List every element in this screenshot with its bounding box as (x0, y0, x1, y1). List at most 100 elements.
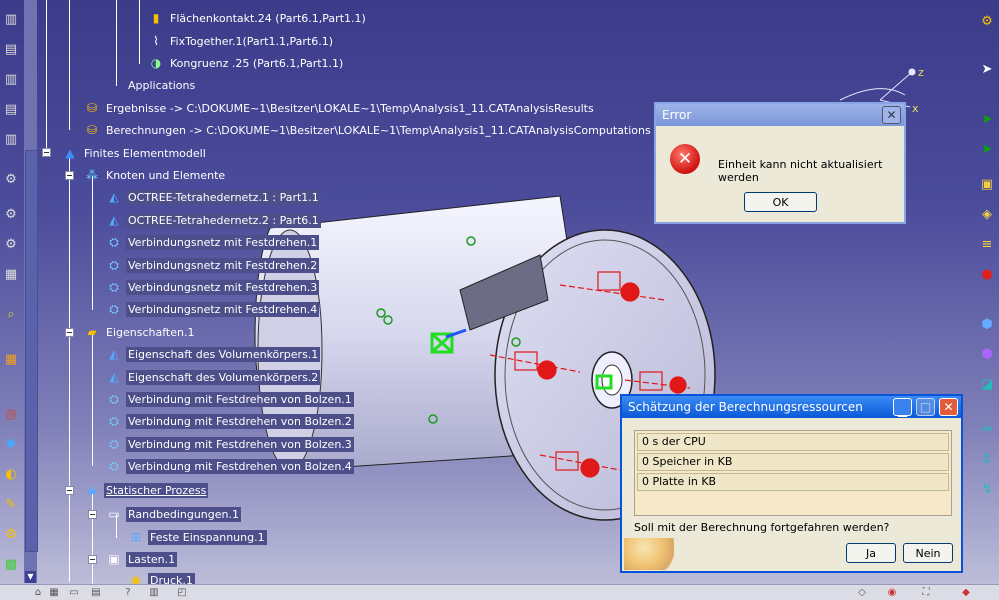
tree-item-bolzen-3[interactable]: ⛭ Verbindung mit Festdrehen von Bolzen.3 (106, 435, 354, 453)
tool-icon-1[interactable]: ▥ (2, 10, 20, 28)
solid-icon-2[interactable]: ⬢ (978, 345, 996, 363)
magnifier-icon[interactable]: ⌕ (2, 305, 20, 323)
error-close-button[interactable]: ✕ (882, 106, 901, 124)
expand-toggle[interactable] (65, 171, 74, 180)
select-arrow-icon[interactable]: ➤ (978, 60, 996, 78)
color-icon[interactable]: ◐ (2, 465, 20, 483)
measure-icon[interactable]: ⇔ (978, 420, 996, 438)
tree-item-bolzen-4[interactable]: ⛭ Verbindung mit Festdrehen von Bolzen.4 (106, 457, 354, 475)
tool-icon[interactable]: ◇ (856, 586, 868, 598)
expand-toggle[interactable] (65, 328, 74, 337)
help-icon[interactable]: ? (122, 586, 134, 598)
traffic-light-icon[interactable]: ● (978, 265, 996, 283)
error-dialog-titlebar[interactable]: Error (656, 104, 904, 126)
tool-icon[interactable]: ⛶ (920, 586, 932, 598)
tree-item-verbindungsnetz-2[interactable]: ⛭ Verbindungsnetz mit Festdrehen.2 (106, 256, 320, 274)
tool-icon-9[interactable]: ▦ (2, 265, 20, 283)
expand-toggle[interactable] (42, 148, 51, 157)
catia-viewport[interactable]: z x ▥ ▤ ▥ ▤ ▥ ⚙ ⚙ ⚙ ▦ ⌕ ▦ ◎ ✺ ◐ ✎ ⚙ ▩ ⚙ … (0, 0, 999, 600)
tree-item-verbindungsnetz-3[interactable]: ⛭ Verbindungsnetz mit Festdrehen.3 (106, 278, 320, 296)
mesh-icon[interactable]: ◈ (978, 205, 996, 223)
arrow-icon-2[interactable]: ➤ (978, 140, 996, 158)
congruence-icon: ◑ (150, 56, 162, 70)
scroll-down-arrow[interactable]: ▼ (25, 571, 36, 583)
analysis-icon[interactable]: ⇕ (978, 450, 996, 468)
arrows-icon[interactable]: ↯ (978, 480, 996, 498)
tool-icon-5[interactable]: ▥ (2, 130, 20, 148)
tree-scrollbar[interactable]: ▼ (24, 0, 38, 583)
pencil-icon[interactable]: ✎ (2, 495, 20, 513)
tree-item-feste-einspannung[interactable]: ⊞ Feste Einspannung.1 (128, 528, 267, 546)
tree-item-label: Ergebnisse -> C:\DOKUME~1\Besitzer\LOKAL… (106, 101, 594, 115)
layers-icon[interactable]: ≡ (978, 235, 996, 253)
tool-icon[interactable]: ◆ (960, 586, 972, 598)
tool-icon-8[interactable]: ⚙ (2, 235, 20, 253)
tool-icon[interactable]: ▥ (148, 586, 160, 598)
decorative-globe-icon (624, 538, 674, 570)
cube-icon[interactable]: ▣ (978, 175, 996, 193)
tree-item-label: Eigenschaften.1 (106, 325, 195, 339)
expand-toggle[interactable] (88, 555, 97, 564)
plane-icon[interactable]: ◪ (978, 375, 996, 393)
estimate-dialog-title: Schätzung der Berechnungsressourcen (628, 400, 863, 414)
tree-item-finites-elementmodell[interactable]: ▲ Finites Elementmodell (62, 144, 208, 162)
tree-item-octree-2[interactable]: ◭ OCTREE-Tetrahedernetz.2 : Part6.1 (106, 211, 321, 229)
error-icon: ✕ (670, 144, 700, 174)
expand-toggle[interactable] (65, 486, 74, 495)
tree-item-label: Verbindungsnetz mit Festdrehen.2 (126, 257, 320, 273)
tree-item-volumenkoerper-2[interactable]: ◭ Eigenschaft des Volumenkörpers.2 (106, 368, 321, 386)
compass-z-label: z (918, 66, 924, 79)
tool-icon[interactable]: ▤ (90, 586, 102, 598)
tool-icon-6[interactable]: ⚙ (2, 170, 20, 188)
tool-icon-7[interactable]: ⚙ (2, 205, 20, 223)
tree-item-lasten[interactable]: ▣ Lasten.1 (106, 550, 178, 568)
tree-item-fixtogether[interactable]: ⌇ FixTogether.1(Part1.1,Part6.1) (148, 32, 335, 50)
settings-gear-icon[interactable]: ⚙ (978, 12, 996, 30)
fan-icon[interactable]: ✺ (2, 435, 20, 453)
tree-item-statischer-prozess[interactable]: ⛰ Statischer Prozess (84, 481, 209, 499)
tool-icon[interactable]: ◰ (176, 586, 188, 598)
tree-item-label: Verbindung mit Festdrehen von Bolzen.4 (126, 458, 354, 474)
tree-item-randbedingungen[interactable]: ▭ Randbedingungen.1 (106, 505, 241, 523)
tree-item-bolzen-2[interactable]: ⛭ Verbindung mit Festdrehen von Bolzen.2 (106, 412, 354, 430)
no-button[interactable]: Nein (903, 543, 953, 563)
tool-icon-3[interactable]: ▥ (2, 70, 20, 88)
tree-item-applications[interactable]: Applications (126, 76, 197, 94)
tree-item-bolzen-1[interactable]: ⛭ Verbindung mit Festdrehen von Bolzen.1 (106, 390, 354, 408)
scrollbar-thumb[interactable] (25, 150, 38, 552)
maximize-button[interactable]: □ (916, 398, 935, 416)
grid-icon[interactable]: ▦ (2, 350, 20, 368)
solid-icon[interactable]: ⬢ (978, 315, 996, 333)
tool-icon[interactable]: ▦ (48, 586, 60, 598)
tree-item-octree-1[interactable]: ◭ OCTREE-Tetrahedernetz.1 : Part1.1 (106, 188, 321, 206)
tool-icon-4[interactable]: ▤ (2, 100, 20, 118)
palette-icon[interactable]: ▩ (2, 555, 20, 573)
expand-toggle[interactable] (88, 510, 97, 519)
tree-item-ergebnisse[interactable]: ⛁ Ergebnisse -> C:\DOKUME~1\Besitzer\LOK… (84, 99, 596, 117)
tree-item-verbindungsnetz-4[interactable]: ⛭ Verbindungsnetz mit Festdrehen.4 (106, 300, 320, 318)
ok-button[interactable]: OK (744, 192, 817, 212)
tree-item-volumenkoerper-1[interactable]: ◭ Eigenschaft des Volumenkörpers.1 (106, 345, 321, 363)
arrow-icon[interactable]: ➤ (978, 110, 996, 128)
gear-icon[interactable]: ⚙ (2, 525, 20, 543)
tree-item-flaechenkontakt[interactable]: ▮ Flächenkontakt.24 (Part6.1,Part1.1) (148, 9, 368, 27)
tool-icon-2[interactable]: ▤ (2, 40, 20, 58)
nodes-icon: ⁂ (86, 168, 98, 182)
tree-line (69, 0, 70, 130)
tree-item-eigenschaften[interactable]: ▰ Eigenschaften.1 (84, 323, 196, 341)
tree-item-knoten-und-elemente[interactable]: ⁂ Knoten und Elemente (84, 166, 227, 184)
properties-folder-icon: ▰ (87, 325, 97, 339)
tool-icon[interactable]: ⌂ (32, 586, 44, 598)
error-message: Einheit kann nicht aktualisiert werden (718, 158, 883, 184)
yes-button[interactable]: Ja (846, 543, 896, 563)
minimize-button[interactable]: ▁ (893, 398, 912, 417)
tree-item-kongruenz[interactable]: ◑ Kongruenz .25 (Part6.1,Part1.1) (148, 54, 345, 72)
target-icon[interactable]: ◎ (2, 405, 20, 423)
tool-icon[interactable]: ▭ (68, 586, 80, 598)
tree-item-verbindungsnetz-1[interactable]: ⛭ Verbindungsnetz mit Festdrehen.1 (106, 233, 320, 251)
restraints-icon: ▭ (108, 507, 120, 521)
tree-item-berechnungen[interactable]: ⛁ Berechnungen -> C:\DOKUME~1\Besitzer\L… (84, 121, 653, 139)
estimate-close-button[interactable]: ✕ (939, 398, 958, 416)
tool-icon[interactable]: ◉ (886, 586, 898, 598)
tree-item-label: Flächenkontakt.24 (Part6.1,Part1.1) (170, 11, 366, 25)
